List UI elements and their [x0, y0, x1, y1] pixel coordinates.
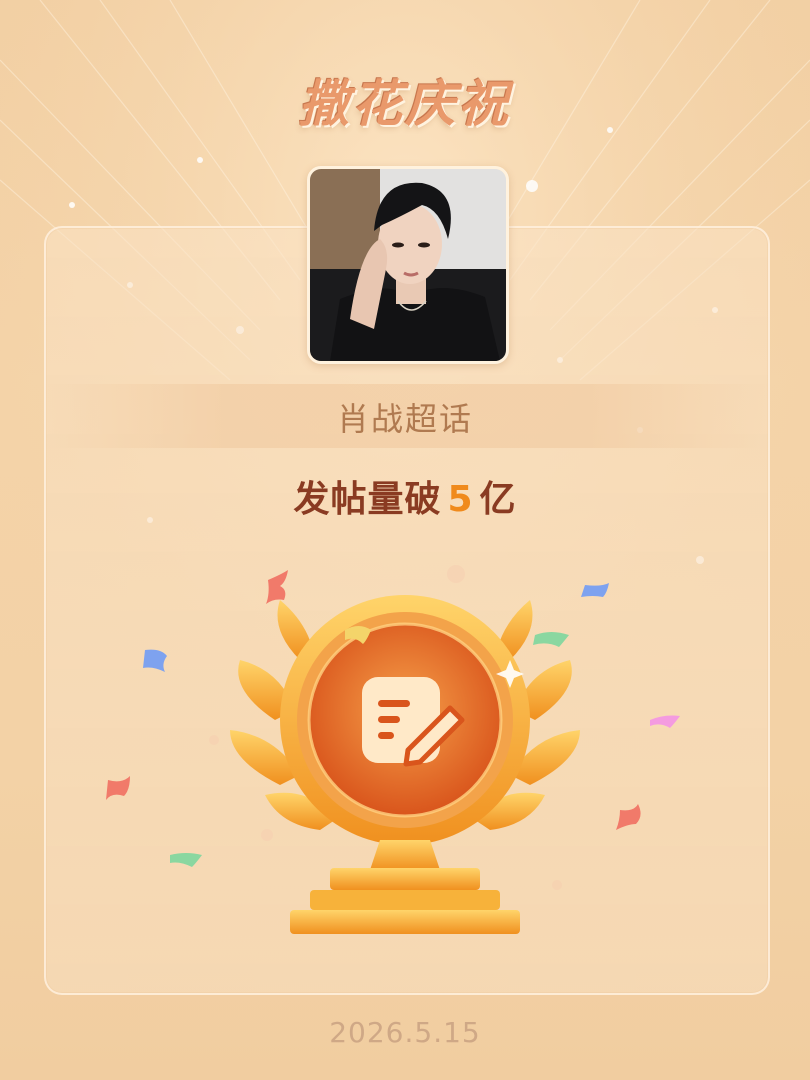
date-label: 2026.5.15 — [329, 1016, 481, 1049]
confetti-icon — [106, 570, 680, 867]
